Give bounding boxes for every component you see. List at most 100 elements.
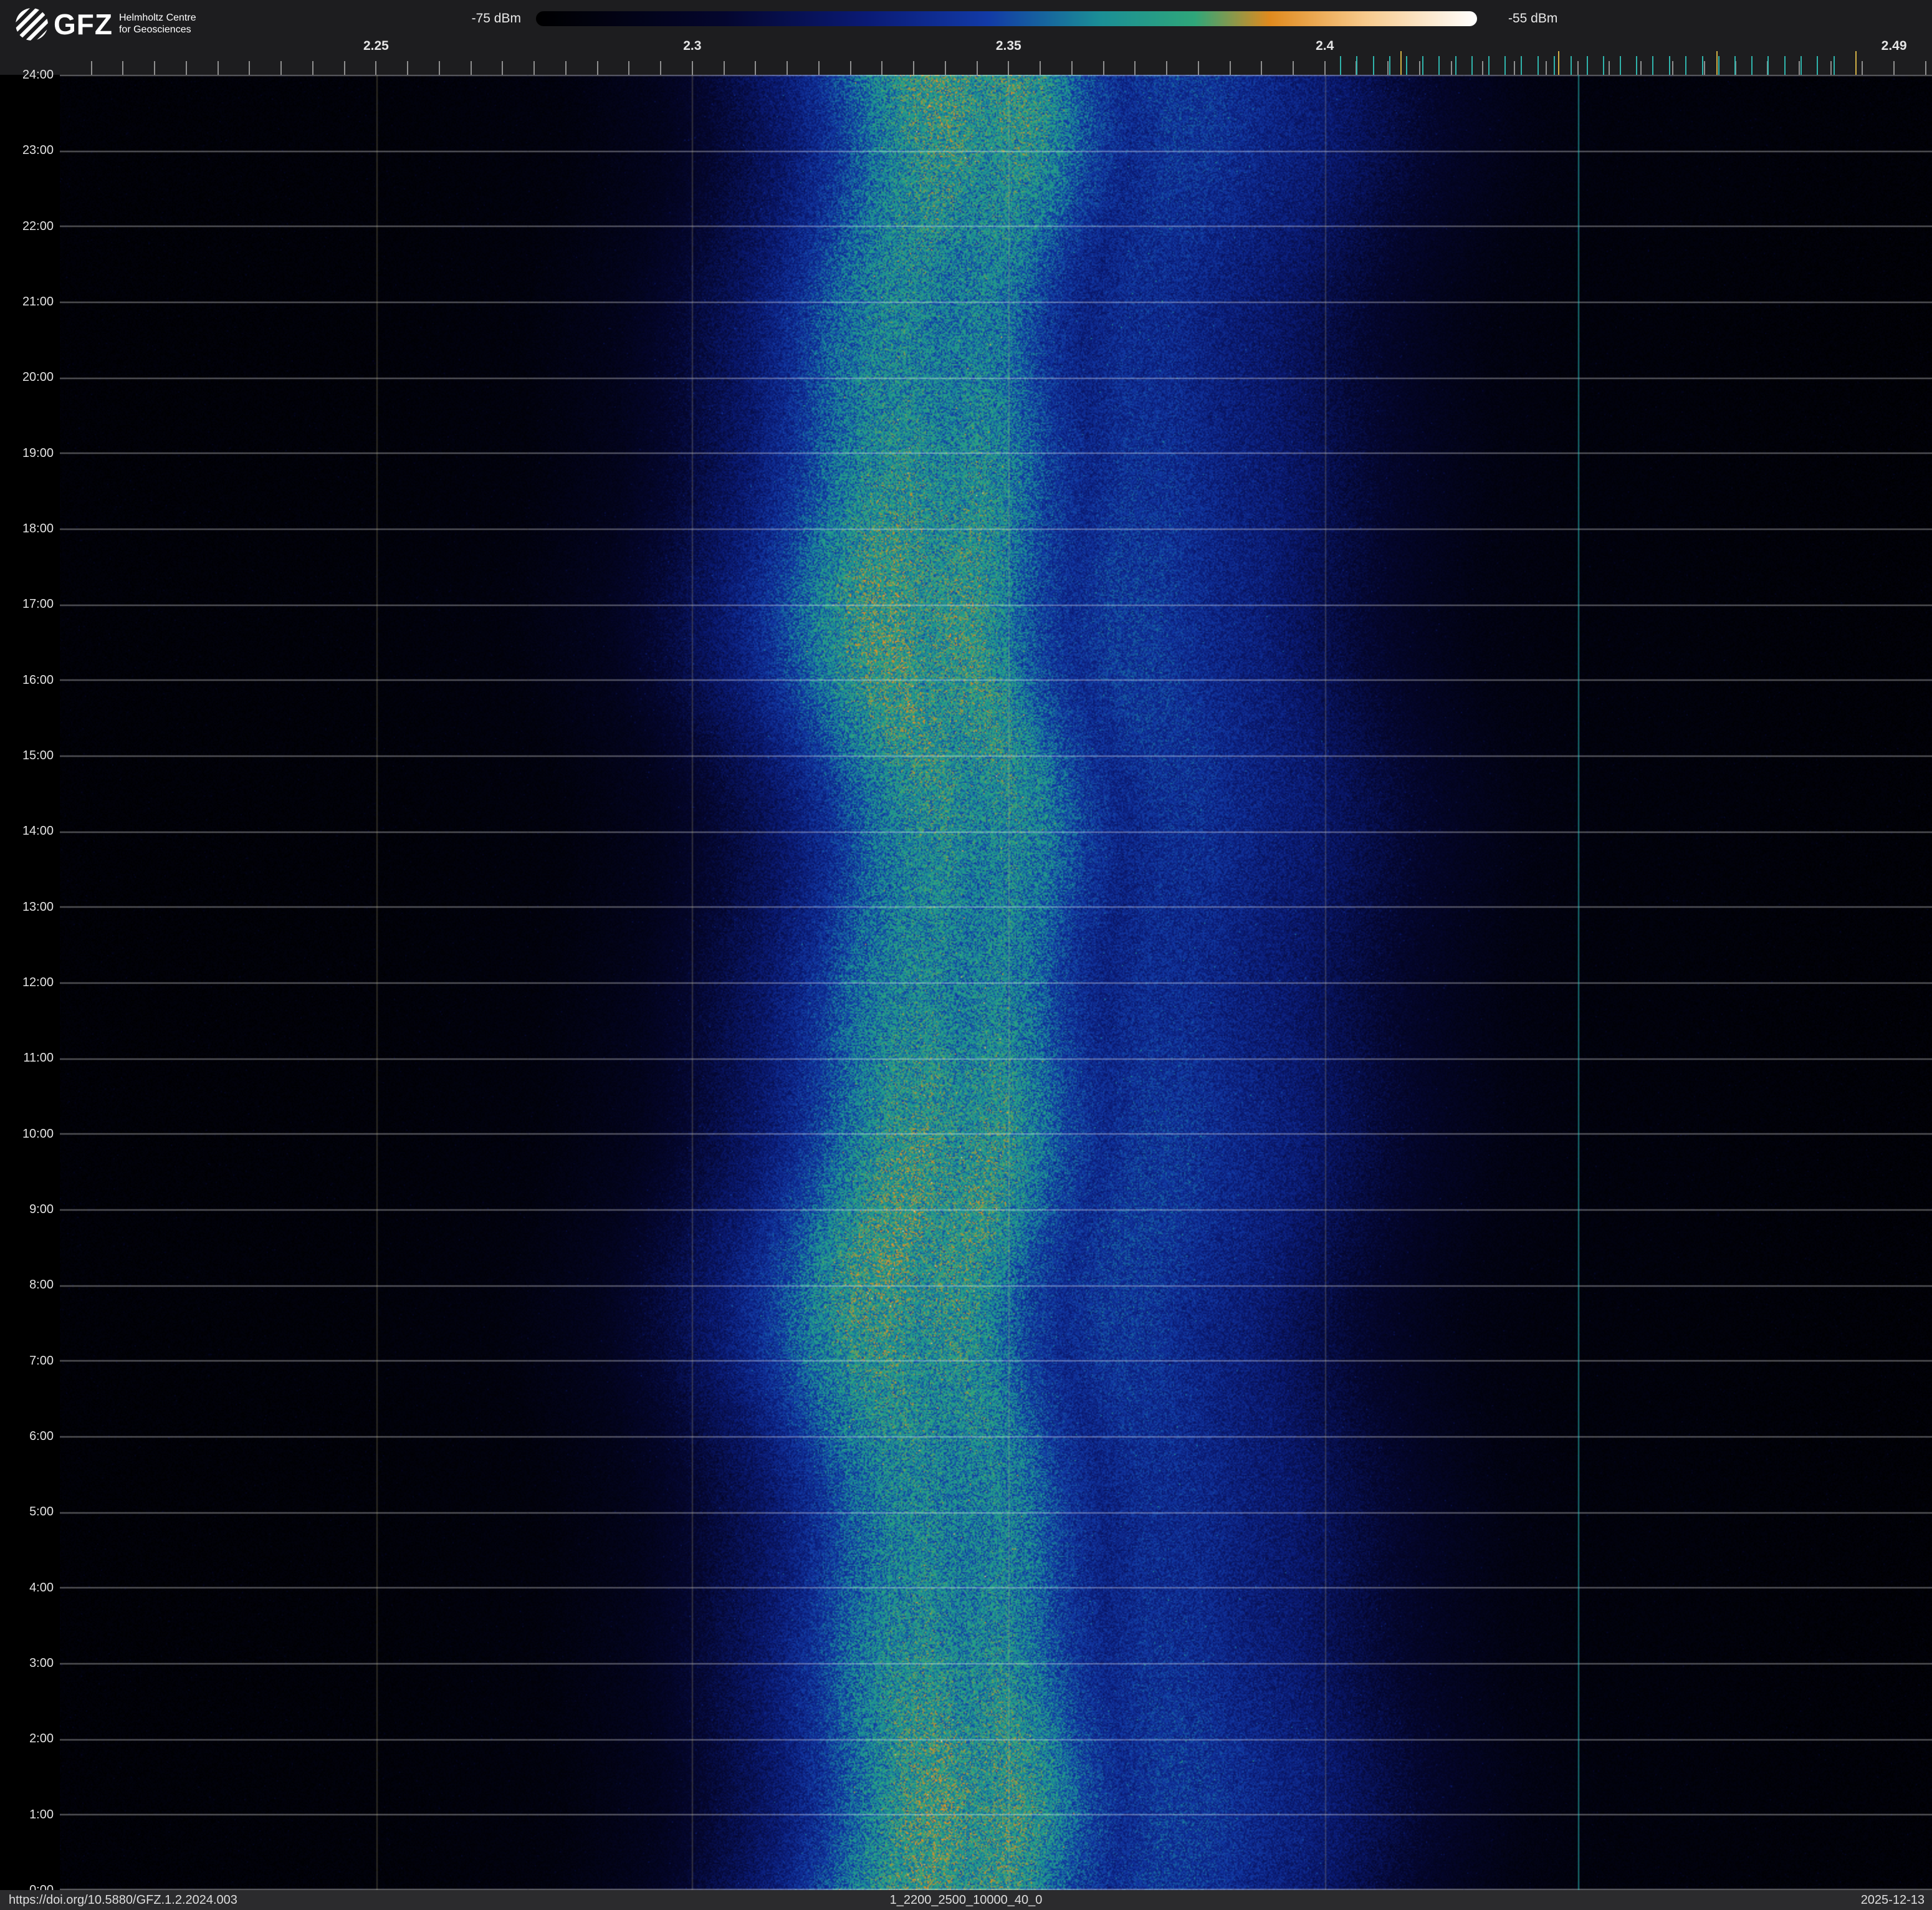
frequency-tick bbox=[1704, 61, 1705, 75]
frequency-tick bbox=[1855, 51, 1857, 75]
frequency-tick bbox=[407, 61, 408, 75]
frequency-tick bbox=[724, 61, 725, 75]
frequency-tick bbox=[1554, 56, 1555, 75]
frequency-tick bbox=[1587, 56, 1588, 75]
frequency-tick bbox=[1293, 61, 1294, 75]
time-tick-label: 18:00 bbox=[0, 522, 54, 535]
frequency-tick bbox=[1103, 61, 1104, 75]
frequency-tick bbox=[1685, 56, 1686, 75]
time-tick-label: 10:00 bbox=[0, 1127, 54, 1141]
frequency-tick bbox=[1925, 61, 1926, 75]
frequency-tick bbox=[218, 61, 219, 75]
frequency-tick bbox=[1406, 56, 1407, 75]
time-tick-label: 8:00 bbox=[0, 1278, 54, 1292]
doi-link[interactable]: https://doi.org/10.5880/GFZ.1.2.2024.003 bbox=[9, 1890, 237, 1910]
frequency-tick bbox=[692, 61, 693, 75]
frequency-tick bbox=[1356, 56, 1357, 75]
time-tick-label: 17:00 bbox=[0, 597, 54, 611]
frequency-tick bbox=[280, 61, 282, 75]
frequency-tick bbox=[375, 61, 376, 75]
frequency-tick bbox=[1008, 61, 1009, 75]
frequency-tick bbox=[1482, 61, 1483, 75]
frequency-tick bbox=[755, 61, 756, 75]
frequency-tick bbox=[1514, 61, 1515, 75]
frequency-tick bbox=[1040, 61, 1041, 75]
time-tick-label: 9:00 bbox=[0, 1202, 54, 1216]
frequency-tick bbox=[122, 61, 123, 75]
frequency-tick bbox=[818, 61, 820, 75]
frequency-tick bbox=[1716, 51, 1718, 75]
time-tick-label: 2:00 bbox=[0, 1732, 54, 1745]
header-bar: GFZ Helmholtz Centre for Geosciences -75… bbox=[0, 0, 1932, 75]
frequency-tick bbox=[1558, 51, 1559, 75]
frequency-tick bbox=[1718, 56, 1719, 75]
frequency-tick bbox=[1340, 56, 1341, 75]
frequency-tick bbox=[1669, 56, 1670, 75]
frequency-tick bbox=[1400, 51, 1402, 75]
frequency-tick bbox=[1166, 61, 1167, 75]
frequency-tick bbox=[1603, 56, 1604, 75]
frequency-tick bbox=[850, 61, 851, 75]
time-tick-label: 7:00 bbox=[0, 1354, 54, 1368]
frequency-tick bbox=[1571, 56, 1572, 75]
frequency-tick bbox=[533, 61, 535, 75]
dataset-id: 1_2200_2500_10000_40_0 bbox=[890, 1890, 1043, 1910]
frequency-tick bbox=[597, 61, 598, 75]
frequency-tick bbox=[1455, 56, 1456, 75]
frequency-tick bbox=[1830, 61, 1832, 75]
frequency-ticks bbox=[0, 0, 1932, 75]
time-tick-label: 15:00 bbox=[0, 749, 54, 762]
frequency-tick bbox=[1751, 56, 1753, 75]
frequency-tick bbox=[1438, 56, 1440, 75]
frequency-tick bbox=[1373, 56, 1374, 75]
frequency-tick bbox=[1636, 56, 1637, 75]
frequency-tick bbox=[1451, 61, 1452, 75]
frequency-tick bbox=[1652, 56, 1653, 75]
frequency-tick bbox=[660, 61, 661, 75]
frequency-tick bbox=[439, 61, 440, 75]
time-tick-label: 19:00 bbox=[0, 446, 54, 460]
time-tick-label: 5:00 bbox=[0, 1505, 54, 1519]
spectrogram-page: GFZ Helmholtz Centre for Geosciences -75… bbox=[0, 0, 1932, 1910]
frequency-tick bbox=[1324, 61, 1326, 75]
frequency-tick bbox=[1471, 56, 1473, 75]
frequency-tick bbox=[787, 61, 788, 75]
time-tick-label: 20:00 bbox=[0, 370, 54, 384]
frequency-tick bbox=[471, 61, 472, 75]
frequency-tick bbox=[1784, 56, 1786, 75]
time-tick-label: 3:00 bbox=[0, 1656, 54, 1670]
frequency-tick bbox=[1419, 61, 1420, 75]
date-label: 2025-12-13 bbox=[1861, 1890, 1925, 1910]
time-tick-label: 22:00 bbox=[0, 219, 54, 233]
frequency-tick bbox=[1071, 61, 1073, 75]
frequency-tick bbox=[1198, 61, 1199, 75]
frequency-tick bbox=[1261, 61, 1262, 75]
frequency-tick bbox=[945, 61, 946, 75]
frequency-tick bbox=[1387, 61, 1389, 75]
frequency-tick bbox=[186, 61, 187, 75]
frequency-tick bbox=[1893, 61, 1895, 75]
frequency-tick bbox=[312, 61, 313, 75]
frequency-tick bbox=[1546, 61, 1547, 75]
frequency-tick bbox=[1817, 56, 1818, 75]
time-tick-label: 14:00 bbox=[0, 824, 54, 838]
frequency-tick bbox=[1537, 56, 1539, 75]
time-tick-label: 1:00 bbox=[0, 1808, 54, 1821]
frequency-tick bbox=[1800, 56, 1802, 75]
time-tick-label: 21:00 bbox=[0, 295, 54, 309]
spectrogram-canvas[interactable] bbox=[60, 75, 1932, 1890]
frequency-tick bbox=[977, 61, 978, 75]
frequency-tick bbox=[1767, 56, 1769, 75]
frequency-tick bbox=[1620, 56, 1621, 75]
time-tick-label: 23:00 bbox=[0, 143, 54, 157]
frequency-tick bbox=[1488, 56, 1490, 75]
frequency-tick bbox=[628, 61, 629, 75]
frequency-tick bbox=[1521, 56, 1522, 75]
frequency-tick bbox=[1389, 56, 1390, 75]
frequency-tick bbox=[91, 61, 92, 75]
frequency-tick bbox=[1504, 56, 1506, 75]
frequency-tick bbox=[1734, 56, 1736, 75]
frequency-tick bbox=[565, 61, 567, 75]
frequency-tick bbox=[154, 61, 155, 75]
time-tick-label: 12:00 bbox=[0, 976, 54, 989]
